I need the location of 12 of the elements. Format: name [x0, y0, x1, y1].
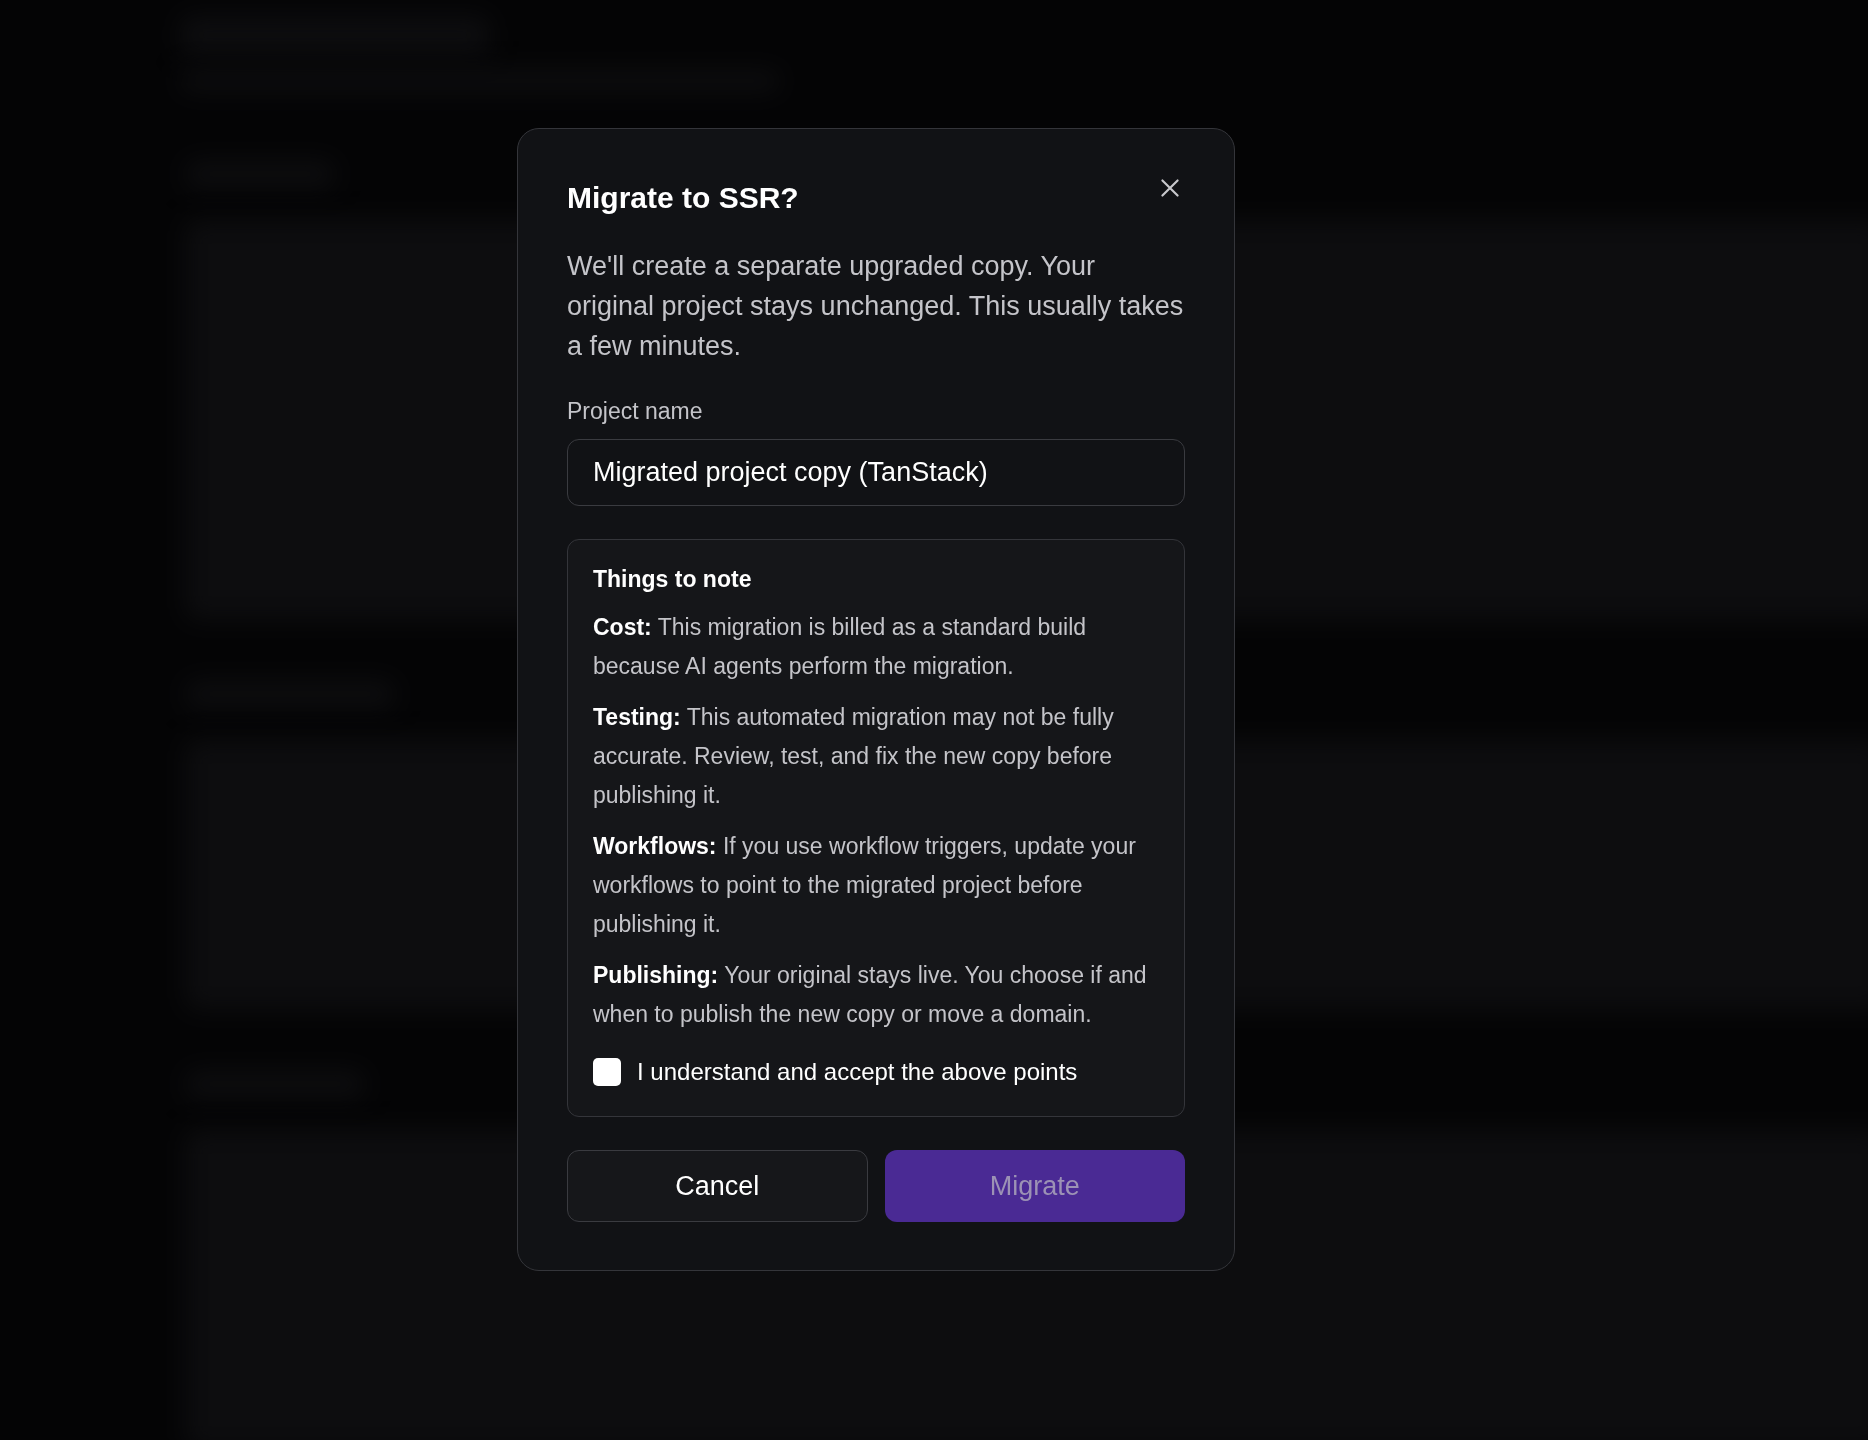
dialog-description: We'll create a separate upgraded copy. Your original project stays unchanged. This usually takes a few minutes. — [567, 250, 1185, 363]
note-paragraph: Testing: This automated migration may not be fully accurate. Review, test, and fix the new copy before publishing it. — [593, 703, 1115, 810]
checkbox[interactable] — [593, 1058, 621, 1086]
note-paragraph: Cost: This migration is billed as a standard build because AI agents perform the migration. — [593, 613, 1088, 681]
note-paragraph: Publishing: Your original stays live. You choose if and when to publish the new copy or move a domain. — [593, 961, 1148, 1029]
field-label: Project name — [567, 397, 704, 426]
notes-title: Things to note — [593, 564, 753, 594]
cancel-button[interactable]: Cancel — [567, 1150, 868, 1222]
dialog-title: Migrate to SSR? — [567, 180, 799, 216]
project-name-field[interactable]: Migrated project copy (TanStack) — [567, 438, 1185, 506]
note-paragraph: Workflows: If you use workflow triggers, update your workflows to point to the migrated project before publishing it. — [593, 832, 1137, 939]
checkbox-label: I understand and accept the above points — [637, 1057, 1078, 1087]
